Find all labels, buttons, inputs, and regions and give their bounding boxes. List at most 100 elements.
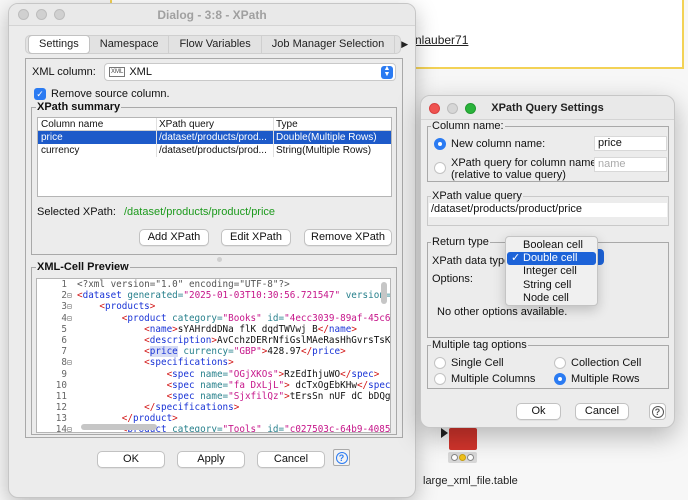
new-column-name-label: New column name: bbox=[451, 138, 546, 150]
code-line: 3⊟ <products> bbox=[37, 301, 390, 312]
code-lines: 1 <?xml version="1.0" encoding="UTF-8"?>… bbox=[37, 279, 390, 433]
xml-column-select[interactable]: XML XML ▲ ▼ bbox=[104, 63, 396, 81]
multiple-columns-radio-row[interactable]: Multiple Columns bbox=[434, 373, 535, 385]
minimize-window-icon[interactable] bbox=[447, 103, 458, 114]
table-row[interactable]: price /dataset/products/prod... Double(M… bbox=[38, 131, 391, 144]
single-cell-radio[interactable] bbox=[434, 357, 446, 369]
column-header-type[interactable]: Type bbox=[273, 118, 391, 131]
code-token: > bbox=[233, 402, 240, 414]
horizontal-scrollbar[interactable] bbox=[81, 424, 157, 430]
fold-toggle-icon[interactable]: ⊟ bbox=[67, 357, 77, 368]
code-token: tErsSn nUF dC bDQgYV bbox=[289, 390, 391, 402]
split-pane-handle[interactable] bbox=[217, 257, 222, 262]
dropdown-item-node[interactable]: Node cell bbox=[506, 292, 597, 305]
line-number: 13 bbox=[55, 413, 67, 425]
remove-source-checkbox-row[interactable]: ✓ Remove source column. bbox=[34, 88, 170, 100]
cancel-button[interactable]: Cancel bbox=[257, 451, 325, 468]
xpath-value-query-input[interactable]: /dataset/products/product/price bbox=[429, 203, 667, 217]
tab-job-manager-selection[interactable]: Job Manager Selection bbox=[262, 36, 396, 53]
dropdown-item-string[interactable]: String cell bbox=[506, 279, 597, 292]
xml-type-icon: XML bbox=[109, 67, 126, 77]
checkmark-icon: ✓ bbox=[511, 252, 521, 265]
dropdown-item-boolean[interactable]: Boolean cell bbox=[506, 239, 597, 252]
code-line: 11 <spec name="SjxfilQz">tErsSn nUF dC b… bbox=[37, 391, 390, 402]
line-number: 2 bbox=[61, 290, 67, 302]
ok-button[interactable]: Ok bbox=[516, 403, 561, 420]
fold-toggle-icon[interactable]: ⊟ bbox=[67, 313, 77, 324]
new-column-name-radio[interactable] bbox=[434, 138, 446, 150]
code-token: </ bbox=[356, 379, 369, 391]
single-cell-radio-row[interactable]: Single Cell bbox=[434, 357, 504, 369]
fold-gutter bbox=[67, 279, 77, 290]
code-token: currency= bbox=[177, 346, 234, 358]
data-type-select[interactable] bbox=[598, 249, 604, 265]
code-token: > bbox=[228, 357, 234, 369]
code-token: name bbox=[149, 323, 173, 335]
dropdown-item-label: Boolean cell bbox=[523, 239, 583, 251]
xpath-column-name-radio-row[interactable]: XPath query for column name: (relative t… bbox=[434, 157, 600, 181]
new-column-name-input[interactable]: price bbox=[594, 136, 667, 151]
line-number: 12 bbox=[55, 402, 67, 414]
new-column-name-radio-row[interactable]: New column name: bbox=[434, 138, 545, 150]
cancel-button[interactable]: Cancel bbox=[575, 403, 629, 420]
multiple-rows-radio[interactable] bbox=[554, 373, 566, 385]
code-token: "Tools" bbox=[222, 424, 268, 433]
single-cell-label: Single Cell bbox=[451, 357, 504, 369]
line-number: 3 bbox=[61, 301, 67, 313]
apply-button[interactable]: Apply bbox=[177, 451, 245, 468]
zoom-window-icon[interactable] bbox=[465, 103, 476, 114]
close-window-icon[interactable] bbox=[429, 103, 440, 114]
fold-toggle-icon[interactable]: ⊟ bbox=[67, 290, 77, 301]
table-reader-node-icon[interactable] bbox=[449, 428, 477, 450]
xpath-column-name-radio[interactable] bbox=[434, 162, 446, 174]
code-token: category= bbox=[172, 312, 223, 324]
tab-bar: Settings Namespace Flow Variables Job Ma… bbox=[25, 35, 408, 54]
xpath-column-name-input[interactable]: name bbox=[594, 157, 667, 172]
zoom-window-icon[interactable] bbox=[54, 9, 65, 20]
remove-xpath-button[interactable]: Remove XPath bbox=[304, 229, 392, 246]
xpath-summary-table[interactable]: Column name XPath query Type price /data… bbox=[37, 117, 392, 197]
multiple-rows-radio-row[interactable]: Multiple Rows bbox=[554, 373, 639, 385]
help-button[interactable]: ? bbox=[649, 403, 666, 420]
minimize-window-icon[interactable] bbox=[36, 9, 47, 20]
column-header-query[interactable]: XPath query bbox=[156, 118, 273, 131]
collection-cell-radio-row[interactable]: Collection Cell bbox=[554, 357, 641, 369]
code-line: 12 </specifications> bbox=[37, 402, 390, 413]
xpath-column-name-label: XPath query for column name: (relative t… bbox=[451, 157, 600, 181]
multiple-columns-radio[interactable] bbox=[434, 373, 446, 385]
add-xpath-button[interactable]: Add XPath bbox=[139, 229, 209, 246]
code-token: specifications bbox=[155, 402, 234, 414]
edit-xpath-button[interactable]: Edit XPath bbox=[221, 229, 291, 246]
code-token: <?xml version="1.0" encoding="UTF-8"?> bbox=[77, 279, 290, 290]
code-line: 5 <name>sYAHrddDNa flK dqdTWVwj B</name> bbox=[37, 324, 390, 335]
ok-button[interactable]: OK bbox=[97, 451, 165, 468]
multiple-tag-options-group: Multiple tag options Single Cell Collect… bbox=[427, 339, 669, 389]
line-number: 4 bbox=[61, 312, 67, 324]
collection-cell-radio[interactable] bbox=[554, 357, 566, 369]
tab-flow-variables[interactable]: Flow Variables bbox=[169, 36, 262, 53]
xml-code-editor[interactable]: 1 <?xml version="1.0" encoding="UTF-8"?>… bbox=[36, 278, 391, 433]
remove-source-checkbox[interactable]: ✓ bbox=[34, 88, 46, 100]
help-button[interactable]: ? bbox=[333, 449, 350, 466]
user-link[interactable]: nlauber71 bbox=[415, 33, 468, 47]
dropdown-item-double[interactable]: ✓ Double cell bbox=[507, 252, 596, 266]
dropdown-item-integer[interactable]: Integer cell bbox=[506, 265, 597, 278]
column-header-name[interactable]: Column name bbox=[38, 118, 156, 131]
line-number: 14 bbox=[55, 424, 67, 433]
table-row[interactable]: currency /dataset/products/prod... Strin… bbox=[38, 144, 391, 157]
fold-toggle-icon[interactable]: ⊟ bbox=[67, 424, 77, 432]
code-token: name= bbox=[200, 368, 229, 380]
vertical-scrollbar[interactable] bbox=[381, 282, 387, 304]
tab-namespace[interactable]: Namespace bbox=[90, 36, 170, 53]
code-token: > bbox=[351, 323, 357, 335]
fold-toggle-icon[interactable]: ⊟ bbox=[67, 301, 77, 312]
tab-settings[interactable]: Settings bbox=[28, 35, 90, 54]
column-name-group: Column name: New column name: price XPat… bbox=[427, 120, 669, 182]
code-line: 9 <spec name="OGjXKOs">RzEdIhjuWO</spec> bbox=[37, 369, 390, 380]
close-window-icon[interactable] bbox=[18, 9, 29, 20]
more-tabs-arrow-icon[interactable]: ▶ bbox=[395, 36, 414, 53]
